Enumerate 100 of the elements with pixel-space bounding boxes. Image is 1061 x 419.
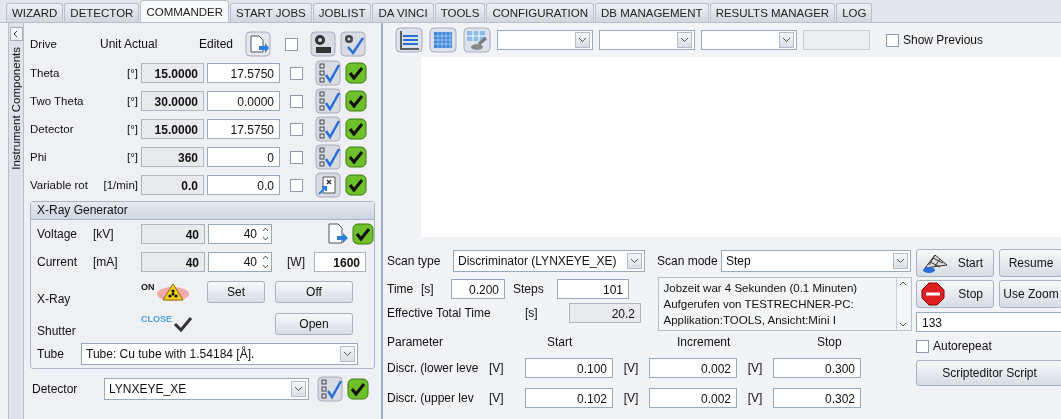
checkbox-label[interactable]: Autorepeat xyxy=(933,339,992,353)
increment-field[interactable]: 0.002 xyxy=(649,388,737,408)
checkbox-label[interactable]: Show Previous xyxy=(903,33,984,47)
spin-field[interactable]: 40 xyxy=(208,252,272,272)
gear-check-icon[interactable] xyxy=(340,31,366,57)
actual-value: 360 xyxy=(141,147,204,167)
checklist-icon[interactable] xyxy=(317,376,343,402)
status-text: CLOSE xyxy=(141,314,172,324)
dropdown[interactable] xyxy=(497,30,593,50)
column-header: Increment xyxy=(677,335,732,349)
edited-field[interactable]: 0.0000 xyxy=(207,91,280,111)
tab[interactable]: RESULTS MANAGER xyxy=(709,3,836,22)
edited-field[interactable]: 0 xyxy=(207,147,280,167)
start-field[interactable]: 0.102 xyxy=(525,388,613,408)
tab[interactable]: CONFIGURATION xyxy=(486,3,595,22)
detector-dropdown[interactable]: LYNXEYE_XE xyxy=(104,378,309,400)
field-label: Scan type xyxy=(387,254,442,268)
checklist-icon[interactable] xyxy=(315,116,341,142)
unit-label: [V] xyxy=(489,361,505,375)
unit-label: [1/min] xyxy=(102,179,139,191)
caret-icon xyxy=(782,37,791,43)
counter-field[interactable]: 133 xyxy=(916,312,1061,332)
tab[interactable]: JOBLIST xyxy=(312,3,372,22)
actual-value: 40 xyxy=(141,224,205,244)
copy-icon[interactable] xyxy=(245,31,271,57)
side-panel-title[interactable]: Instrument Components xyxy=(10,47,22,170)
scan-mode-dropdown[interactable]: Step xyxy=(721,250,911,272)
checklist-icon[interactable] xyxy=(315,88,341,114)
unit-label: [V] xyxy=(622,361,640,375)
group-header[interactable]: X-Ray Generator xyxy=(31,202,374,220)
resume-button[interactable]: Resume xyxy=(999,249,1061,277)
parameter-name: Discr. (upper lev xyxy=(387,391,475,405)
tab[interactable]: DB MANAGEMENT xyxy=(595,3,709,22)
time-field[interactable]: 0.200 xyxy=(451,279,505,299)
spin-field[interactable]: 40 xyxy=(208,224,272,244)
stop-field[interactable]: 0.302 xyxy=(773,388,861,408)
checkbox[interactable] xyxy=(290,66,303,80)
off-button[interactable]: Off xyxy=(275,281,353,303)
arrow-document-icon[interactable] xyxy=(315,172,341,198)
unit-label: [kV] xyxy=(93,227,115,241)
set-button[interactable]: Set xyxy=(207,281,265,303)
field-label: Scan mode xyxy=(657,254,719,268)
open-button[interactable]: Open xyxy=(275,313,353,335)
column-header: Drive xyxy=(30,38,58,50)
tab[interactable]: WIZARD xyxy=(6,3,64,22)
edited-field[interactable]: 17.5750 xyxy=(207,119,280,139)
field-label: Effective Total Time xyxy=(387,306,492,320)
tab[interactable]: DA VINCI xyxy=(372,3,434,22)
column-header: Start xyxy=(546,335,574,349)
check-icon xyxy=(345,62,367,84)
stop-field[interactable]: 0.300 xyxy=(773,358,861,378)
checklist-icon[interactable] xyxy=(315,60,341,86)
log-line: Applikation:TOOLS, Ansicht:Mini I xyxy=(663,313,837,328)
scripteditor-button[interactable]: Scripteditor Script xyxy=(916,360,1061,386)
unit-label: [mA] xyxy=(93,255,119,269)
dropdown[interactable] xyxy=(701,30,797,50)
grid-zoom-icon[interactable] xyxy=(463,27,491,53)
spin-arrows-icon[interactable] xyxy=(260,225,271,243)
scan-type-dropdown[interactable]: Discriminator (LYNXEYE_XE) xyxy=(453,250,645,272)
checkbox[interactable] xyxy=(916,339,929,353)
grid-icon[interactable] xyxy=(429,27,457,53)
tube-dropdown[interactable]: Tube: Cu tube with 1.54184 [Å]. xyxy=(81,343,358,365)
tab[interactable]: LOG xyxy=(836,3,873,22)
dropdown[interactable] xyxy=(599,30,695,50)
power-value: 1600 xyxy=(314,252,366,272)
radiation-warning-icon xyxy=(154,282,189,302)
increment-field[interactable]: 0.002 xyxy=(649,358,737,378)
tab[interactable]: START JOBS xyxy=(230,3,312,22)
collapse-button[interactable] xyxy=(9,27,23,41)
chart-lines-icon[interactable] xyxy=(395,27,423,53)
field-label: Steps xyxy=(513,282,545,296)
drive-name: Two Theta xyxy=(30,95,85,107)
stop-button[interactable]: Stop xyxy=(916,280,994,308)
start-field[interactable]: 0.100 xyxy=(525,358,613,378)
checkbox[interactable] xyxy=(290,150,303,164)
spin-arrows-icon[interactable] xyxy=(260,253,271,271)
tab[interactable]: TOOLS xyxy=(434,3,486,22)
unit-label: [V] xyxy=(489,391,505,405)
edited-field[interactable]: 0.0 xyxy=(207,175,280,195)
check-mark-icon xyxy=(172,314,194,334)
use-zoom-button[interactable]: Use Zoom xyxy=(999,280,1061,308)
checklist-icon[interactable] xyxy=(315,144,341,170)
check-icon xyxy=(345,90,367,112)
unit-label: [W] xyxy=(286,255,306,269)
checkbox[interactable] xyxy=(285,37,298,51)
checkbox[interactable] xyxy=(290,122,303,136)
field-label: Current xyxy=(37,255,78,269)
chevron-left-icon xyxy=(12,30,20,38)
actual-value: 15.0000 xyxy=(141,119,204,139)
edited-field[interactable]: 17.5750 xyxy=(207,63,280,83)
steps-field[interactable]: 101 xyxy=(557,279,629,299)
checkbox[interactable] xyxy=(290,178,303,192)
unit-label: [°] xyxy=(126,95,139,107)
actual-value: 0.0 xyxy=(141,175,204,195)
tab[interactable]: DETECTOR xyxy=(64,3,140,22)
tab[interactable]: COMMANDER xyxy=(140,0,230,22)
checkbox[interactable] xyxy=(290,94,303,108)
column-header: Unit Actual xyxy=(100,37,159,51)
start-button[interactable]: Start xyxy=(916,249,994,277)
checkbox[interactable] xyxy=(886,33,899,47)
